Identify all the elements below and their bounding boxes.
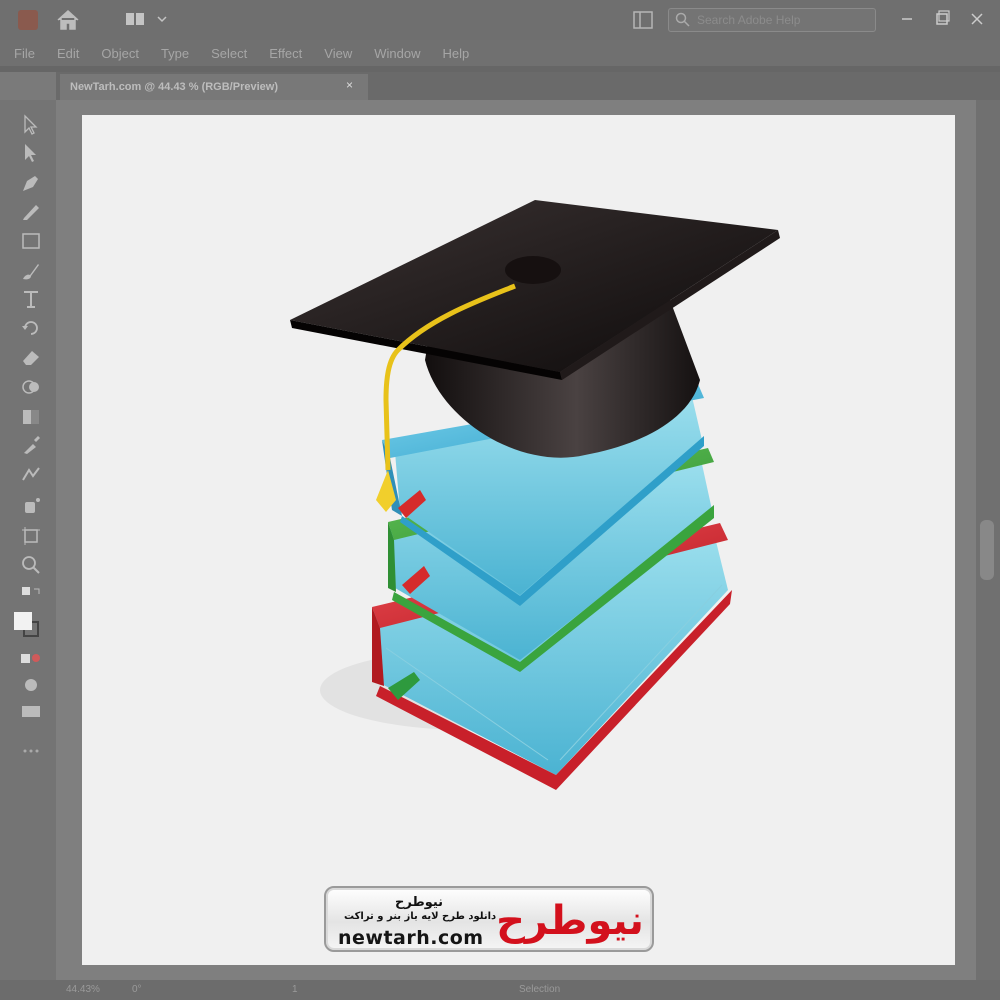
watermark-title: نیوطرح — [395, 895, 444, 910]
rotate-tool-icon[interactable] — [19, 316, 43, 338]
arrange-documents-icon[interactable] — [632, 10, 654, 30]
direct-selection-tool-icon[interactable] — [19, 142, 43, 164]
type-tool-icon[interactable] — [19, 288, 43, 310]
more-tools-icon[interactable] — [19, 740, 43, 762]
shape-builder-tool-icon[interactable] — [19, 376, 43, 398]
menu-object[interactable]: Object — [101, 46, 139, 61]
pen-tool-icon[interactable] — [19, 172, 43, 194]
scrollbar-thumb[interactable] — [980, 520, 994, 580]
rectangle-tool-icon[interactable] — [19, 230, 43, 252]
document-tab-title: NewTarh.com @ 44.43 % (RGB/Preview) — [70, 81, 278, 93]
menu-file[interactable]: File — [14, 46, 35, 61]
zoom-level[interactable]: 44.43% — [66, 984, 100, 995]
home-icon[interactable] — [55, 8, 81, 32]
menu-bar: File Edit Object Type Select Effect View… — [0, 40, 1000, 66]
menu-window[interactable]: Window — [374, 46, 420, 61]
fill-stroke-swap-icon[interactable] — [19, 584, 43, 606]
menu-view[interactable]: View — [324, 46, 352, 61]
menu-select[interactable]: Select — [211, 46, 247, 61]
logo-text: نیوطرح — [496, 898, 644, 944]
minimize-icon[interactable] — [893, 6, 921, 32]
zoom-tool-icon[interactable] — [19, 554, 43, 576]
workspace-switcher-icon[interactable] — [125, 11, 169, 29]
menu-effect[interactable]: Effect — [269, 46, 302, 61]
gradient-tool-icon[interactable] — [19, 406, 43, 428]
search-icon[interactable] — [675, 12, 691, 28]
watermark-domain: newtarh.com — [338, 927, 484, 949]
menu-edit[interactable]: Edit — [57, 46, 79, 61]
menu-type[interactable]: Type — [161, 46, 189, 61]
current-tool-status: Selection — [519, 984, 561, 995]
blend-tool-icon[interactable] — [19, 464, 43, 486]
drawing-mode-icon[interactable] — [19, 674, 43, 696]
screen-mode-icon[interactable] — [19, 700, 43, 722]
graduation-artwork[interactable] — [82, 115, 955, 965]
document-tab-bar: NewTarh.com @ 44.43 % (RGB/Preview) × — [56, 72, 1000, 100]
page-number[interactable]: 1 — [292, 984, 298, 995]
rotation-value[interactable]: 0° — [132, 984, 142, 995]
search-input[interactable]: Search Adobe Help — [668, 8, 876, 32]
color-mode-icon[interactable] — [19, 648, 43, 670]
pencil-tool-icon[interactable] — [19, 200, 43, 222]
tools-panel — [0, 100, 56, 980]
close-icon[interactable] — [963, 6, 991, 32]
eraser-tool-icon[interactable] — [19, 346, 43, 368]
selection-tool-icon[interactable] — [19, 114, 43, 136]
symbol-sprayer-tool-icon[interactable] — [19, 494, 43, 516]
eyedropper-tool-icon[interactable] — [19, 434, 43, 456]
menu-help[interactable]: Help — [442, 46, 469, 61]
watermark-subtitle: دانلود طرح لایه باز بنر و تراکت — [344, 911, 497, 922]
artboard-tool-icon[interactable] — [19, 524, 43, 546]
paintbrush-tool-icon[interactable] — [19, 260, 43, 282]
title-bar: Search Adobe Help — [0, 0, 1000, 40]
app-logo[interactable] — [18, 10, 38, 30]
document-tab[interactable]: NewTarh.com @ 44.43 % (RGB/Preview) — [60, 74, 368, 100]
graduation-cap-icon — [290, 200, 780, 458]
maximize-icon[interactable] — [928, 6, 956, 32]
status-bar: 44.43% 0° 1 Selection — [0, 980, 1000, 1000]
tab-close-icon[interactable]: × — [346, 78, 353, 92]
newtarh-logo-icon: نیوطرح — [496, 898, 644, 944]
fill-swatch-icon[interactable] — [12, 610, 40, 640]
